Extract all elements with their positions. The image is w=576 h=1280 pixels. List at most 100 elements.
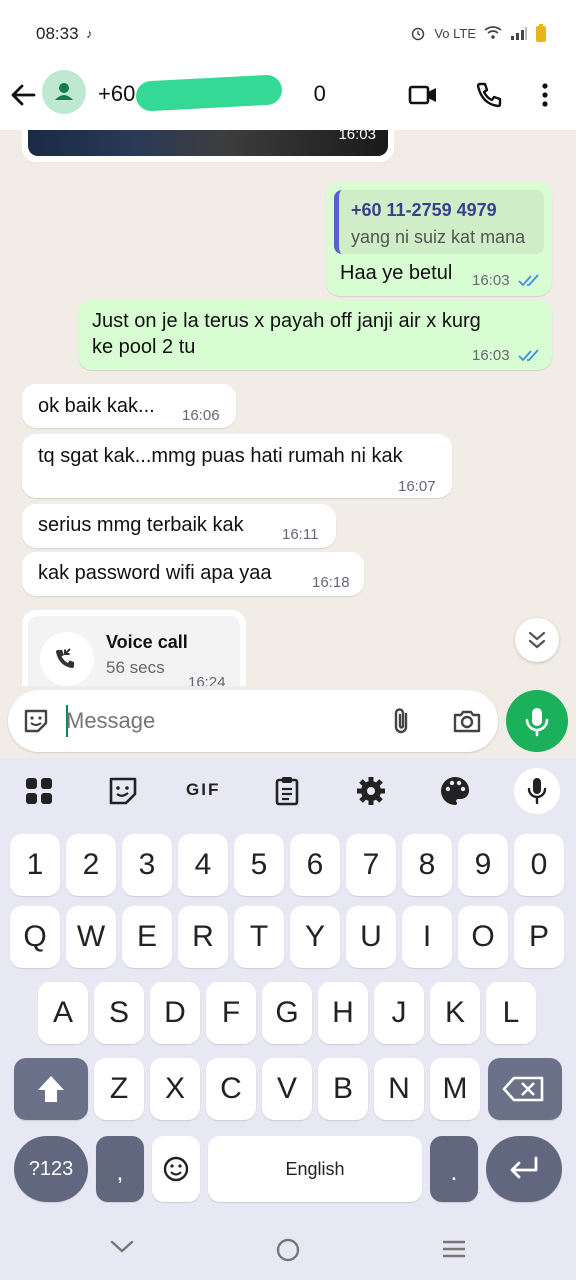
- key-3[interactable]: 3: [122, 834, 172, 896]
- key-d[interactable]: D: [150, 982, 200, 1044]
- incoming-message[interactable]: ok baik kak... 16:06: [22, 384, 236, 428]
- gif-button[interactable]: GIF: [186, 780, 220, 800]
- voice-record-button[interactable]: [506, 690, 568, 752]
- key-h[interactable]: H: [318, 982, 368, 1044]
- person-icon: [55, 83, 73, 100]
- sticker-icon[interactable]: [22, 707, 50, 735]
- comma-key[interactable]: ,: [96, 1136, 144, 1202]
- chat-area[interactable]: 16:03 +60 11-2759 4979 yang ni suiz kat …: [0, 130, 576, 686]
- period-key[interactable]: .: [430, 1136, 478, 1202]
- battery-icon: [536, 24, 546, 42]
- image-thumbnail[interactable]: 16:03: [28, 130, 388, 156]
- message-time: 16:07: [398, 478, 436, 495]
- nav-home-icon[interactable]: [274, 1236, 302, 1264]
- scroll-to-bottom-button[interactable]: [515, 618, 559, 662]
- space-key[interactable]: English: [208, 1136, 422, 1202]
- nav-back-chevron-icon[interactable]: [108, 1236, 136, 1258]
- nav-recents-icon[interactable]: [440, 1238, 468, 1260]
- key-b[interactable]: B: [318, 1058, 368, 1120]
- key-w[interactable]: W: [66, 906, 116, 968]
- quoted-text: yang ni suiz kat mana: [351, 227, 526, 247]
- shift-arrow-icon: [38, 1076, 64, 1102]
- image-message[interactable]: 16:03: [22, 130, 394, 162]
- missed-call-icon: [56, 648, 74, 668]
- quoted-message[interactable]: +60 11-2759 4979 yang ni suiz kat mana: [334, 190, 544, 254]
- emoji-icon: [163, 1156, 189, 1182]
- status-time: 08:33: [36, 24, 79, 43]
- voice-call-card[interactable]: Voice call 56 secs 16:24: [28, 616, 240, 686]
- wifi-icon: [484, 26, 502, 39]
- back-arrow-icon[interactable]: [8, 80, 38, 110]
- key-8[interactable]: 8: [402, 834, 452, 896]
- enter-key[interactable]: [486, 1136, 562, 1202]
- message-time: 16:06: [182, 407, 220, 424]
- key-4[interactable]: 4: [178, 834, 228, 896]
- apps-icon[interactable]: [22, 774, 56, 808]
- key-p[interactable]: P: [514, 906, 564, 968]
- voice-call-time: 16:24: [188, 674, 226, 686]
- message-text: tq sgat kak...mmg puas hati rumah ni kak: [38, 445, 403, 467]
- key-o[interactable]: O: [458, 906, 508, 968]
- camera-icon[interactable]: [452, 707, 482, 735]
- key-v[interactable]: V: [262, 1058, 312, 1120]
- microphone-icon: [525, 708, 549, 737]
- key-c[interactable]: C: [206, 1058, 256, 1120]
- image-timestamp: 16:03: [338, 130, 376, 143]
- message-text: Haa ye betul: [340, 262, 453, 284]
- key-k[interactable]: K: [430, 982, 480, 1044]
- voice-call-message[interactable]: Voice call 56 secs 16:24: [22, 610, 246, 686]
- sticker-icon[interactable]: [106, 774, 140, 808]
- key-u[interactable]: U: [346, 906, 396, 968]
- outgoing-message-reply[interactable]: +60 11-2759 4979 yang ni suiz kat mana H…: [326, 182, 552, 296]
- key-y[interactable]: Y: [290, 906, 340, 968]
- palette-icon[interactable]: [438, 774, 472, 808]
- keyboard-voice-button[interactable]: [514, 768, 560, 814]
- key-l[interactable]: L: [486, 982, 536, 1044]
- backspace-key[interactable]: [488, 1058, 562, 1120]
- key-g[interactable]: G: [262, 982, 312, 1044]
- phone-icon[interactable]: [474, 80, 504, 110]
- key-n[interactable]: N: [374, 1058, 424, 1120]
- key-j[interactable]: J: [374, 982, 424, 1044]
- key-5[interactable]: 5: [234, 834, 284, 896]
- key-x[interactable]: X: [150, 1058, 200, 1120]
- key-e[interactable]: E: [122, 906, 172, 968]
- message-text: serius mmg terbaik kak: [38, 514, 244, 536]
- key-m[interactable]: M: [430, 1058, 480, 1120]
- settings-icon[interactable]: [354, 774, 388, 808]
- clipboard-icon[interactable]: [270, 774, 304, 808]
- key-2[interactable]: 2: [66, 834, 116, 896]
- key-1[interactable]: 1: [10, 834, 60, 896]
- outgoing-message[interactable]: Just on je la terus x payah off janji ai…: [78, 300, 552, 370]
- enter-icon: [510, 1156, 538, 1179]
- key-t[interactable]: T: [234, 906, 284, 968]
- tiktok-icon: ♪: [86, 26, 93, 41]
- symbols-key[interactable]: ?123: [14, 1136, 88, 1202]
- attach-icon[interactable]: [388, 706, 416, 736]
- key-r[interactable]: R: [178, 906, 228, 968]
- key-6[interactable]: 6: [290, 834, 340, 896]
- key-0[interactable]: 0: [514, 834, 564, 896]
- key-q[interactable]: Q: [10, 906, 60, 968]
- video-call-icon[interactable]: [408, 80, 438, 110]
- key-i[interactable]: I: [402, 906, 452, 968]
- key-s[interactable]: S: [94, 982, 144, 1044]
- key-7[interactable]: 7: [346, 834, 396, 896]
- incoming-message[interactable]: serius mmg terbaik kak 16:11: [22, 504, 336, 548]
- avatar[interactable]: [42, 70, 86, 114]
- message-input[interactable]: [66, 708, 366, 734]
- incoming-message[interactable]: kak password wifi apa yaa 16:18: [22, 552, 364, 596]
- read-ticks-icon: [518, 274, 539, 287]
- incoming-message[interactable]: tq sgat kak...mmg puas hati rumah ni kak…: [22, 434, 452, 498]
- shift-key[interactable]: [14, 1058, 88, 1120]
- alarm-icon: [412, 27, 425, 41]
- microphone-icon: [527, 778, 547, 805]
- key-z[interactable]: Z: [94, 1058, 144, 1120]
- more-options-icon[interactable]: [530, 80, 560, 110]
- key-a[interactable]: A: [38, 982, 88, 1044]
- key-9[interactable]: 9: [458, 834, 508, 896]
- navigation-bar: [0, 1214, 576, 1280]
- volte-indicator: Vo LTE: [434, 25, 476, 41]
- emoji-key[interactable]: [152, 1136, 200, 1202]
- key-f[interactable]: F: [206, 982, 256, 1044]
